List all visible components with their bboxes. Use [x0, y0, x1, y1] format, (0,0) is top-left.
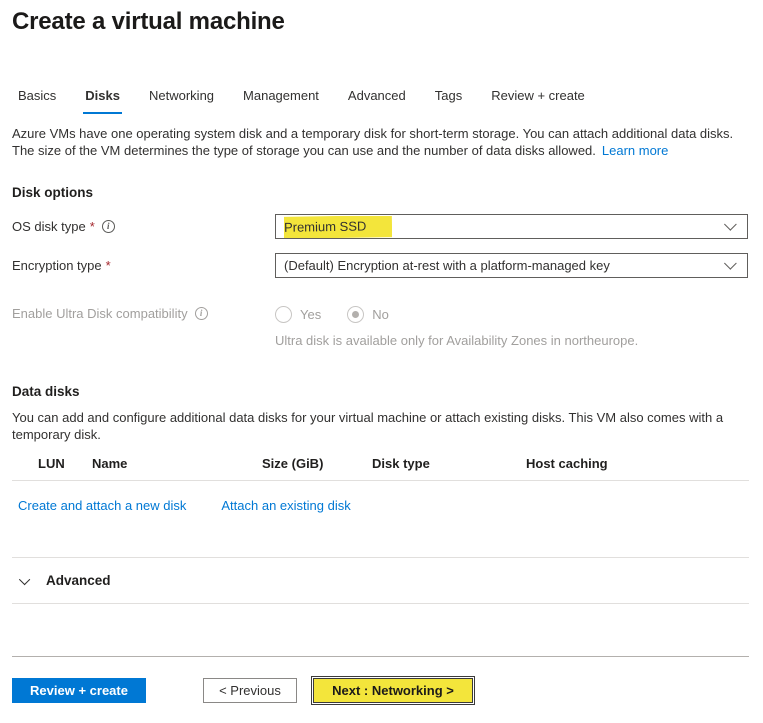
column-header-size: Size (GiB) [262, 456, 372, 471]
create-attach-new-disk-link[interactable]: Create and attach a new disk [18, 498, 186, 513]
learn-more-link[interactable]: Learn more [602, 143, 668, 158]
advanced-expander-label: Advanced [46, 573, 111, 588]
radio-unchecked-icon [275, 306, 292, 323]
data-disk-actions: Create and attach a new disk Attach an e… [18, 498, 749, 513]
encryption-type-row: Encryption type * (Default) Encryption a… [12, 253, 749, 278]
tab-disks[interactable]: Disks [83, 88, 122, 114]
data-disks-heading: Data disks [12, 384, 749, 399]
radio-no-label: No [372, 307, 389, 322]
os-disk-type-label: OS disk type [12, 219, 86, 234]
chevron-down-icon [19, 573, 30, 584]
tab-tags[interactable]: Tags [433, 88, 464, 114]
ultra-disk-row: Enable Ultra Disk compatibility i Yes No… [12, 306, 749, 348]
tab-basics[interactable]: Basics [16, 88, 58, 114]
create-vm-page: Create a virtual machine Basics Disks Ne… [0, 0, 763, 723]
tab-advanced[interactable]: Advanced [346, 88, 408, 114]
disk-options-heading: Disk options [12, 185, 749, 200]
next-networking-button[interactable]: Next : Networking > [313, 678, 473, 703]
required-asterisk: * [106, 258, 111, 273]
disks-intro-text: Azure VMs have one operating system disk… [12, 125, 749, 159]
column-header-lun: LUN [12, 456, 92, 471]
attach-existing-disk-link[interactable]: Attach an existing disk [221, 498, 350, 513]
encryption-type-label-group: Encryption type * [12, 258, 275, 273]
os-disk-type-row: OS disk type * i Premium SSD [12, 214, 749, 239]
os-disk-type-label-group: OS disk type * i [12, 219, 275, 234]
ultra-disk-control: Yes No Ultra disk is available only for … [275, 306, 638, 348]
required-asterisk: * [90, 219, 95, 234]
tab-networking[interactable]: Networking [147, 88, 216, 114]
ultra-disk-note: Ultra disk is available only for Availab… [275, 333, 638, 348]
column-header-name: Name [92, 456, 262, 471]
radio-option-yes[interactable]: Yes [275, 306, 321, 323]
radio-checked-icon [347, 306, 364, 323]
chevron-down-icon [724, 257, 737, 270]
encryption-type-label: Encryption type [12, 258, 102, 273]
page-title: Create a virtual machine [12, 8, 749, 36]
ultra-disk-radio-group: Yes No [275, 306, 638, 323]
encryption-type-value: (Default) Encryption at-rest with a plat… [284, 258, 610, 273]
previous-button[interactable]: < Previous [203, 678, 297, 703]
os-disk-type-value-highlighted: Premium SSD [284, 216, 392, 238]
info-icon[interactable]: i [102, 220, 115, 233]
info-icon: i [195, 307, 208, 320]
encryption-type-select[interactable]: (Default) Encryption at-rest with a plat… [275, 253, 748, 278]
data-disks-description: You can add and configure additional dat… [12, 409, 747, 443]
advanced-expander[interactable]: Advanced [12, 558, 749, 604]
ultra-disk-label: Enable Ultra Disk compatibility [12, 306, 188, 321]
column-header-host-caching: Host caching [526, 456, 749, 471]
footer-bar: Review + create < Previous Next : Networ… [12, 656, 749, 723]
tab-management[interactable]: Management [241, 88, 321, 114]
review-create-button[interactable]: Review + create [12, 678, 146, 703]
column-header-disk-type: Disk type [372, 456, 526, 471]
chevron-down-icon [724, 218, 737, 231]
data-disks-table-header: LUN Name Size (GiB) Disk type Host cachi… [12, 456, 749, 481]
radio-option-no[interactable]: No [347, 306, 389, 323]
os-disk-type-select[interactable]: Premium SSD [275, 214, 748, 239]
ultra-disk-label-group: Enable Ultra Disk compatibility i [12, 306, 275, 321]
radio-yes-label: Yes [300, 307, 321, 322]
tab-review-create[interactable]: Review + create [489, 88, 587, 114]
wizard-tabs: Basics Disks Networking Management Advan… [16, 88, 749, 114]
